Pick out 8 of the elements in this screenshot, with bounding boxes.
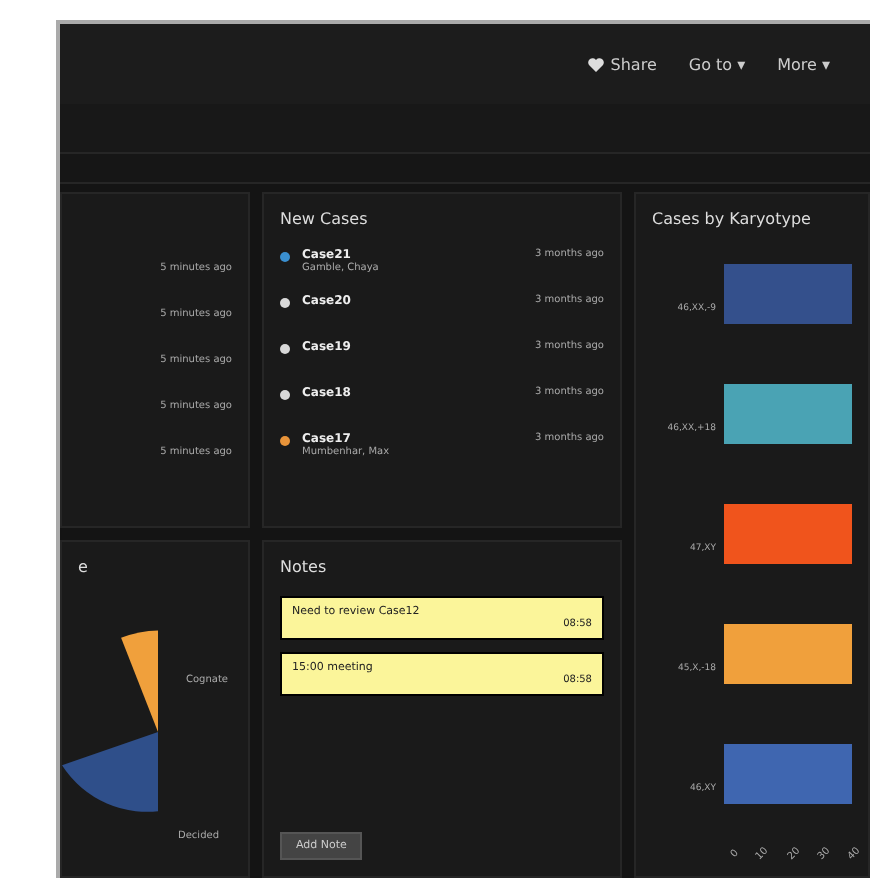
panel-title: New Cases [280, 210, 370, 228]
heart-icon [588, 57, 605, 71]
panel-title: Notes [280, 558, 329, 576]
panel-title: Cases by Karyotype [652, 210, 813, 228]
nav-link[interactable]: Go to ▾ [688, 55, 746, 73]
nav-link[interactable]: Share [588, 55, 657, 73]
panel-title: e [78, 558, 90, 576]
nav-link[interactable]: More ▾ [777, 55, 830, 73]
